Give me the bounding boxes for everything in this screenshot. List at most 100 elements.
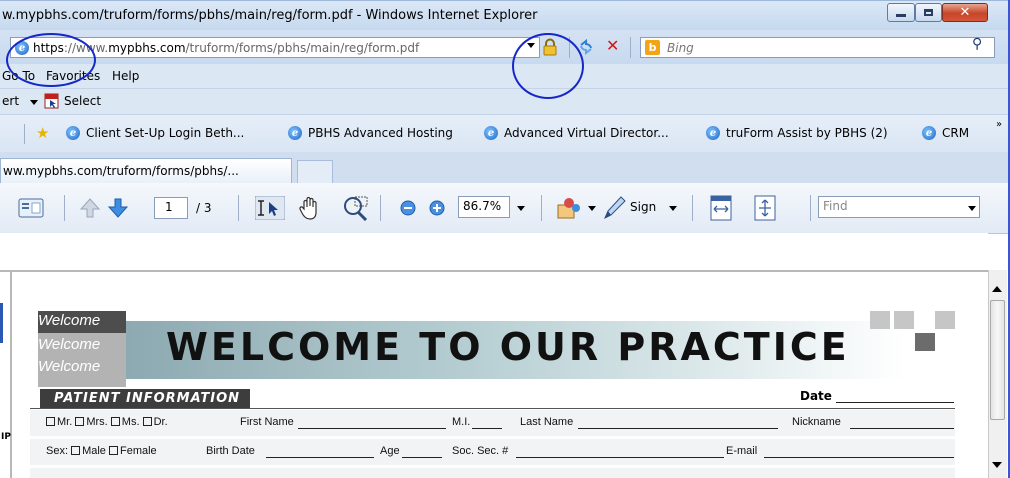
sign-pen-icon: [604, 196, 626, 220]
nickname-label: Nickname: [792, 416, 841, 428]
page-total: / 3: [196, 201, 212, 215]
favorite-item[interactable]: e Client Set-Up Login Beth...: [66, 126, 244, 140]
search-placeholder: Bing: [667, 41, 694, 55]
page-left-marker: [0, 303, 3, 343]
option-female: Female: [119, 445, 157, 457]
zoom-in-icon[interactable]: [429, 200, 445, 216]
toolbar-separator: [64, 195, 65, 221]
tab-bar: ww.mypbhs.com/truform/forms/pbhs/...: [0, 152, 1008, 184]
ssn-field[interactable]: [516, 457, 724, 458]
ie-page-icon: e: [706, 126, 720, 140]
decor-square: [894, 311, 914, 329]
select-text-tool-icon[interactable]: [255, 196, 285, 220]
sign-dropdown-icon[interactable]: [669, 206, 677, 211]
find-placeholder: Find: [823, 199, 848, 213]
email-field[interactable]: [764, 457, 954, 458]
convert-button[interactable]: ert: [2, 94, 19, 108]
close-button[interactable]: ✕: [942, 3, 988, 22]
favorite-item[interactable]: e CRM: [922, 126, 969, 140]
sign-button[interactable]: Sign: [630, 200, 656, 214]
option-mrs: Mrs.: [86, 416, 108, 428]
option-mr: Mr.: [57, 416, 73, 428]
favorite-label: PBHS Advanced Hosting: [308, 126, 453, 140]
favorite-item[interactable]: e PBHS Advanced Hosting: [288, 126, 453, 140]
date-line: [836, 402, 954, 403]
page-top-edge: [0, 270, 988, 272]
checkbox[interactable]: [71, 446, 81, 455]
favorite-label: truForm Assist by PBHS (2): [726, 126, 888, 140]
search-icon[interactable]: ⚲: [972, 36, 982, 52]
vertical-scrollbar[interactable]: [988, 270, 1007, 478]
age-field[interactable]: [402, 457, 442, 458]
hand-tool-icon[interactable]: [298, 195, 322, 221]
search-field[interactable]: b Bing: [640, 37, 995, 58]
zoom-out-icon[interactable]: [400, 200, 416, 216]
address-bar-row: e https://www.mypbhs.com/truform/forms/p…: [0, 30, 1008, 64]
annotation-circle-lock: [512, 33, 584, 99]
welcome-tag: Welcome: [38, 336, 101, 353]
convert-dropdown-icon[interactable]: [30, 100, 38, 105]
favorite-item[interactable]: e truForm Assist by PBHS (2): [706, 126, 888, 140]
collaborate-dropdown-icon[interactable]: [588, 206, 596, 211]
welcome-tag: Welcome: [38, 358, 101, 375]
collaborate-icon[interactable]: [556, 195, 582, 221]
browser-window: w.mypbhs.com/truform/forms/pbhs/main/reg…: [0, 0, 1010, 478]
option-dr: Dr.: [153, 416, 168, 428]
checkbox[interactable]: [142, 417, 152, 426]
find-dropdown-icon[interactable]: [968, 206, 976, 211]
fit-width-icon[interactable]: [710, 195, 732, 221]
window-title: w.mypbhs.com/truform/forms/pbhs/main/reg…: [2, 8, 538, 23]
zoom-level-field[interactable]: 86.7%: [458, 196, 510, 218]
minimize-button[interactable]: [887, 3, 915, 22]
stop-icon[interactable]: ✕: [606, 36, 619, 55]
marquee-zoom-icon[interactable]: [342, 195, 370, 221]
scroll-up-icon[interactable]: [992, 286, 1002, 292]
age-label: Age: [380, 445, 400, 457]
decor-square: [915, 333, 935, 351]
zoom-dropdown-icon[interactable]: [517, 206, 525, 211]
birth-date-label: Birth Date: [206, 445, 255, 457]
mi-label: M.I.: [452, 416, 471, 428]
checkbox[interactable]: [108, 446, 118, 455]
favorites-separator: [24, 124, 25, 144]
next-page-icon[interactable]: [107, 197, 129, 219]
title-bar: w.mypbhs.com/truform/forms/pbhs/main/reg…: [0, 0, 1008, 30]
last-name-field[interactable]: [578, 428, 778, 429]
checkbox[interactable]: [110, 417, 120, 426]
toolbar-separator: [630, 37, 631, 58]
toolbar-separator: [541, 195, 542, 221]
section-rule: [30, 408, 955, 409]
checkbox[interactable]: [46, 417, 55, 426]
birth-date-field[interactable]: [266, 457, 374, 458]
new-tab-button[interactable]: [297, 160, 333, 183]
left-margin-text: IP: [1, 432, 11, 442]
select-button[interactable]: Select: [64, 94, 101, 108]
tab-active[interactable]: ww.mypbhs.com/truform/forms/pbhs/...: [0, 158, 292, 183]
toolbar-separator: [380, 195, 381, 221]
previous-page-icon[interactable]: [79, 197, 101, 219]
checkbox[interactable]: [75, 417, 85, 426]
menu-help[interactable]: Help: [112, 69, 139, 83]
favorites-star-icon[interactable]: ★: [36, 124, 49, 142]
scrollbar-thumb[interactable]: [990, 300, 1005, 420]
form-row-partial: [30, 468, 955, 478]
favorite-item[interactable]: e Advanced Virtual Director...: [484, 126, 669, 140]
form-row-name: Mr. Mrs. Ms. Dr. First Name M.I. Last Na…: [30, 410, 955, 436]
favorite-label: Client Set-Up Login Beth...: [86, 126, 245, 140]
favorites-overflow-icon[interactable]: »: [996, 119, 1002, 130]
sex-options: Sex: Male Female: [46, 445, 157, 457]
fit-page-icon[interactable]: [754, 195, 776, 221]
option-ms: Ms.: [121, 416, 140, 428]
sex-label: Sex:: [46, 445, 69, 457]
mi-field[interactable]: [472, 428, 502, 429]
pdf-select-icon: [44, 93, 59, 109]
scroll-down-icon[interactable]: [992, 462, 1002, 468]
nickname-field[interactable]: [850, 428, 954, 429]
first-name-field[interactable]: [298, 428, 446, 429]
sidebar-toggle-icon[interactable]: [18, 197, 44, 219]
date-label: Date: [800, 389, 832, 403]
option-male: Male: [82, 445, 106, 457]
find-input[interactable]: Find: [818, 196, 980, 218]
page-number-input[interactable]: 1: [154, 197, 188, 219]
maximize-button[interactable]: [915, 3, 942, 22]
